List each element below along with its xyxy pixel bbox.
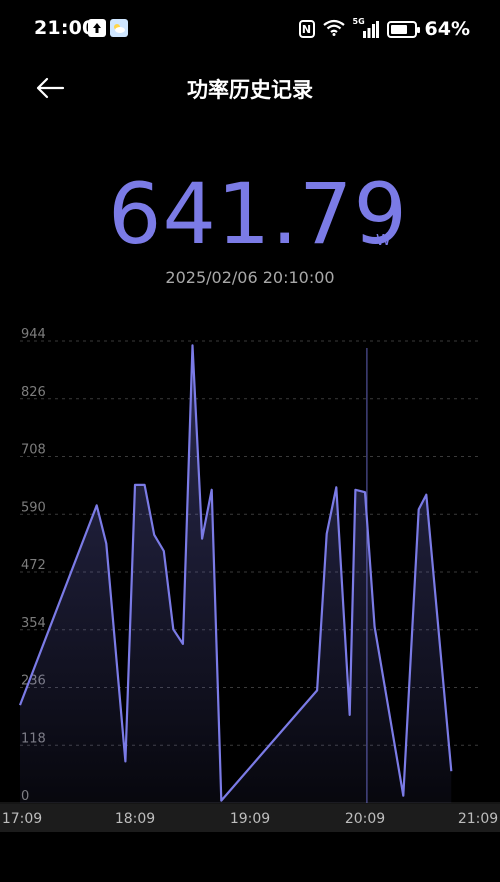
reading-timestamp: 2025/02/06 20:10:00 [165,268,335,287]
power-history-chart-svg[interactable]: 944826708590472354236118017:0918:0919:09… [0,328,500,833]
y-tick-label: 472 [21,558,46,573]
wifi-icon [322,19,345,40]
y-tick-label: 354 [21,616,46,631]
header: 功率历史记录 [0,58,500,118]
nfc-icon: N [298,20,315,38]
y-tick-label: 590 [21,500,46,515]
x-tick-label: 19:09 [230,811,270,827]
battery-icon [386,20,420,38]
page-title: 功率历史记录 [187,78,313,102]
battery-percent: 64% [424,18,470,40]
y-tick-label: 826 [21,385,46,400]
status-time: 21:00 [34,17,96,39]
power-value: 641.79 [108,165,408,263]
power-history-chart[interactable]: 944826708590472354236118017:0918:0919:09… [0,328,500,833]
status-bar: 21:00 N 5G 64% [0,0,500,58]
x-tick-label: 17:09 [2,811,42,827]
cell-signal-icon: 5G [353,17,379,38]
y-tick-label: 944 [21,328,46,342]
upload-notification-icon [88,19,106,37]
x-tick-label: 20:09 [345,811,385,827]
power-unit: W [376,231,391,249]
series-area [20,345,452,803]
y-tick-label: 708 [21,443,46,458]
x-tick-label: 18:09 [115,811,155,827]
x-tick-label: 21:09 [458,811,498,827]
current-reading: 641.79 W [0,165,500,265]
status-right-cluster: N 5G 64% [298,17,470,41]
weather-notification-icon [110,19,128,37]
